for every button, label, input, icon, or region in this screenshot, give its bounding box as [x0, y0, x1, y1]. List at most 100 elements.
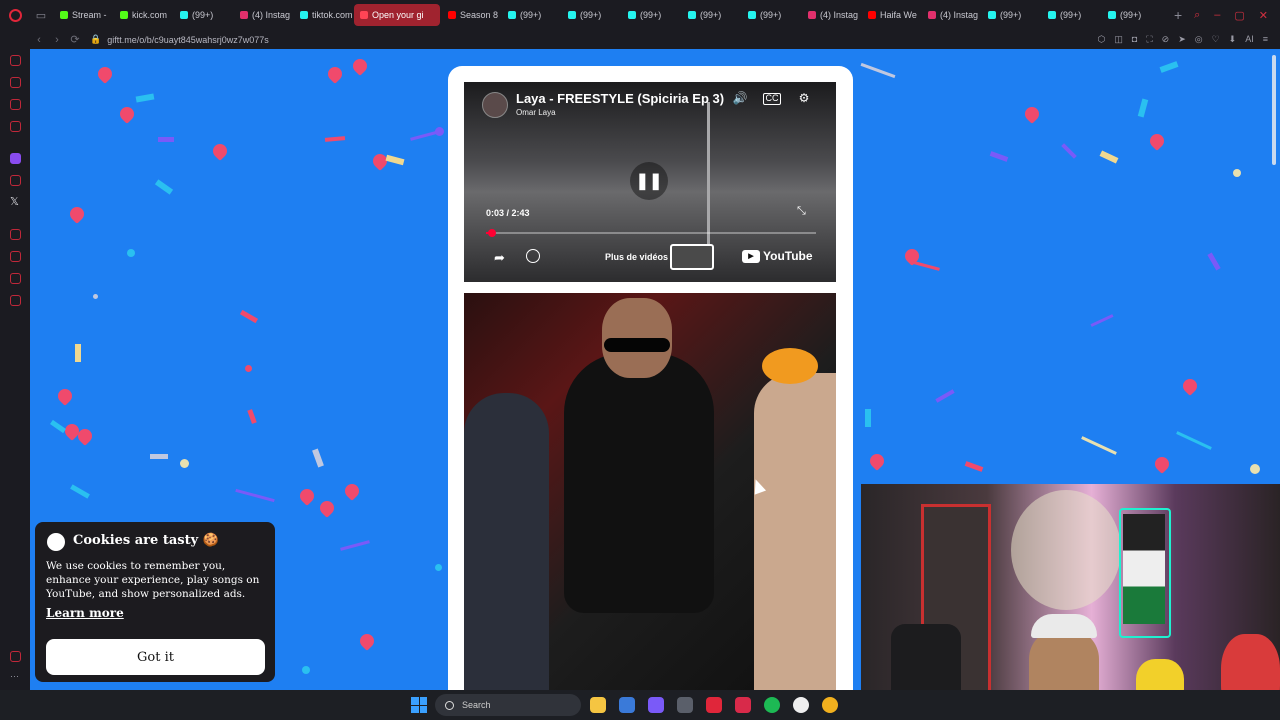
sidebar-player-icon[interactable]: [10, 121, 21, 132]
forward-button[interactable]: ›: [48, 34, 66, 46]
browser-tab[interactable]: (99+): [742, 4, 800, 26]
browser-sidebar: 𝕏 ···: [0, 49, 30, 690]
sidebar-x-icon[interactable]: 𝕏: [10, 195, 19, 208]
tab-search-icon[interactable]: ⌕: [1194, 9, 1200, 22]
lock-icon[interactable]: 🔒: [90, 34, 101, 45]
browser-tab[interactable]: (99+): [682, 4, 740, 26]
minimize-button[interactable]: –: [1214, 9, 1220, 22]
browser-tab[interactable]: (99+): [562, 4, 620, 26]
taskbar-opera-icon[interactable]: [706, 697, 722, 713]
sidebar-clock-icon[interactable]: [10, 251, 21, 262]
start-button[interactable]: [411, 697, 427, 713]
aria-ai-icon[interactable]: AI: [1245, 34, 1254, 45]
tab-label: (99+): [580, 10, 602, 20]
taskbar-discord-icon[interactable]: [793, 697, 809, 713]
workspaces-icon[interactable]: ▭: [30, 9, 52, 22]
pause-button[interactable]: ❚❚: [630, 162, 668, 200]
photo-right-person: [754, 373, 836, 690]
taskbar-file-explorer-icon[interactable]: [590, 697, 606, 713]
browser-tab[interactable]: (99+): [174, 4, 232, 26]
sidebar-bag-icon[interactable]: [10, 77, 21, 88]
browser-tab[interactable]: Open your gi: [354, 4, 440, 26]
more-videos-label[interactable]: Plus de vidéos: [605, 252, 668, 262]
browser-tab[interactable]: (99+): [1042, 4, 1100, 26]
close-button[interactable]: ✕: [1259, 9, 1268, 22]
sidebar-history-icon[interactable]: [10, 55, 21, 66]
tab-favicon-icon: [508, 11, 516, 19]
tab-label: (99+): [1120, 10, 1142, 20]
confetti-dot: [1233, 169, 1241, 177]
cookie-banner: Cookies are tasty 🍪 We use cookies to re…: [35, 522, 275, 682]
youtube-logo[interactable]: ▶ YouTube: [742, 249, 813, 263]
bookmark-heart-icon[interactable]: ♡: [1212, 34, 1220, 45]
video-progress-bar[interactable]: [486, 229, 816, 237]
browser-tab[interactable]: (4) Instag: [234, 4, 292, 26]
start-icon-tile: [419, 697, 427, 705]
adblock-icon[interactable]: ⊘: [1162, 34, 1170, 45]
snapshot-icon[interactable]: ◫: [1114, 34, 1123, 45]
extensions-icon[interactable]: ⬡: [1098, 34, 1106, 45]
download-icon[interactable]: ⬇: [1229, 34, 1237, 45]
taskbar-copilot-icon[interactable]: [648, 697, 664, 713]
confetti-strip: [324, 136, 346, 142]
browser-tab[interactable]: kick.com: [114, 4, 172, 26]
browser-tab[interactable]: (99+): [1102, 4, 1160, 26]
sidebar-percent-icon[interactable]: [10, 175, 21, 186]
taskbar-spotify-icon[interactable]: [764, 697, 780, 713]
opera-menu-button[interactable]: [0, 0, 30, 30]
sidebar-circle-icon[interactable]: [10, 229, 21, 240]
browser-tab[interactable]: (99+): [622, 4, 680, 26]
more-videos-thumbnail[interactable]: [670, 244, 714, 270]
got-it-button[interactable]: Got it: [46, 639, 265, 675]
maximize-button[interactable]: ▢: [1234, 9, 1244, 22]
browser-tab[interactable]: (99+): [502, 4, 560, 26]
youtube-player[interactable]: Laya - FREESTYLE (Spiciria Ep 3) Omar La…: [464, 82, 836, 282]
cookie-title: Cookies are tasty 🍪: [73, 533, 219, 548]
learn-more-link[interactable]: Learn more: [46, 606, 124, 620]
watch-later-icon[interactable]: [526, 249, 540, 263]
back-button[interactable]: ‹: [30, 34, 48, 46]
confetti-strip: [1137, 98, 1149, 118]
video-channel[interactable]: Omar Laya: [516, 108, 556, 117]
sidebar-more-icon[interactable]: ···: [10, 671, 19, 681]
fullscreen-icon[interactable]: ⤡: [797, 205, 806, 218]
video-time: 0:03 / 2:43: [486, 208, 530, 218]
taskbar-chrome-icon[interactable]: [822, 697, 838, 713]
captions-icon[interactable]: CC: [763, 93, 781, 105]
browser-tab[interactable]: (4) Instag: [802, 4, 860, 26]
reload-button[interactable]: ⟳: [66, 33, 84, 46]
sidebar-twitch-icon[interactable]: [10, 153, 21, 164]
cookie-body: We use cookies to remember you, enhance …: [46, 560, 260, 600]
sidebar-gx-icon[interactable]: [10, 651, 21, 662]
easy-setup-icon[interactable]: ≡: [1263, 34, 1268, 45]
settings-icon[interactable]: ⚙: [795, 91, 813, 107]
volume-icon[interactable]: 🔊: [731, 91, 749, 107]
video-scrubber-knob[interactable]: [488, 229, 496, 237]
page-scrollbar[interactable]: [1272, 55, 1276, 165]
wallet-icon[interactable]: ◘: [1132, 34, 1137, 45]
taskbar-calculator-icon[interactable]: [677, 697, 693, 713]
sidebar-box-icon[interactable]: [10, 273, 21, 284]
send-icon[interactable]: ➤: [1178, 34, 1186, 45]
browser-tab[interactable]: Haifa We: [862, 4, 920, 26]
browser-tab[interactable]: (99+): [982, 4, 1040, 26]
new-tab-button[interactable]: +: [1174, 7, 1190, 23]
url-field[interactable]: giftt.me/o/b/c9uayt845wahsrj0wz7w077s: [107, 35, 269, 45]
tab-favicon-icon: [60, 11, 68, 19]
tab-label: (99+): [1000, 10, 1022, 20]
vpn-icon[interactable]: ◎: [1195, 34, 1203, 45]
browser-tab[interactable]: Stream -: [54, 4, 112, 26]
channel-avatar[interactable]: [482, 92, 508, 118]
taskbar-search[interactable]: Search: [435, 694, 581, 716]
share-icon[interactable]: ➦: [494, 250, 505, 266]
photo-left-person: [464, 393, 549, 690]
browser-tab[interactable]: (4) Instag: [922, 4, 980, 26]
taskbar-opera-gx-icon[interactable]: [735, 697, 751, 713]
video-title[interactable]: Laya - FREESTYLE (Spiciria Ep 3): [516, 91, 724, 106]
sidebar-chat-icon[interactable]: [10, 99, 21, 110]
taskbar-store-icon[interactable]: [619, 697, 635, 713]
browser-tab[interactable]: Season 8: [442, 4, 500, 26]
sidebar-settings-icon[interactable]: [10, 295, 21, 306]
browser-tab[interactable]: tiktok.com: [294, 4, 352, 26]
fullscreen-icon[interactable]: ⛶: [1146, 34, 1152, 45]
